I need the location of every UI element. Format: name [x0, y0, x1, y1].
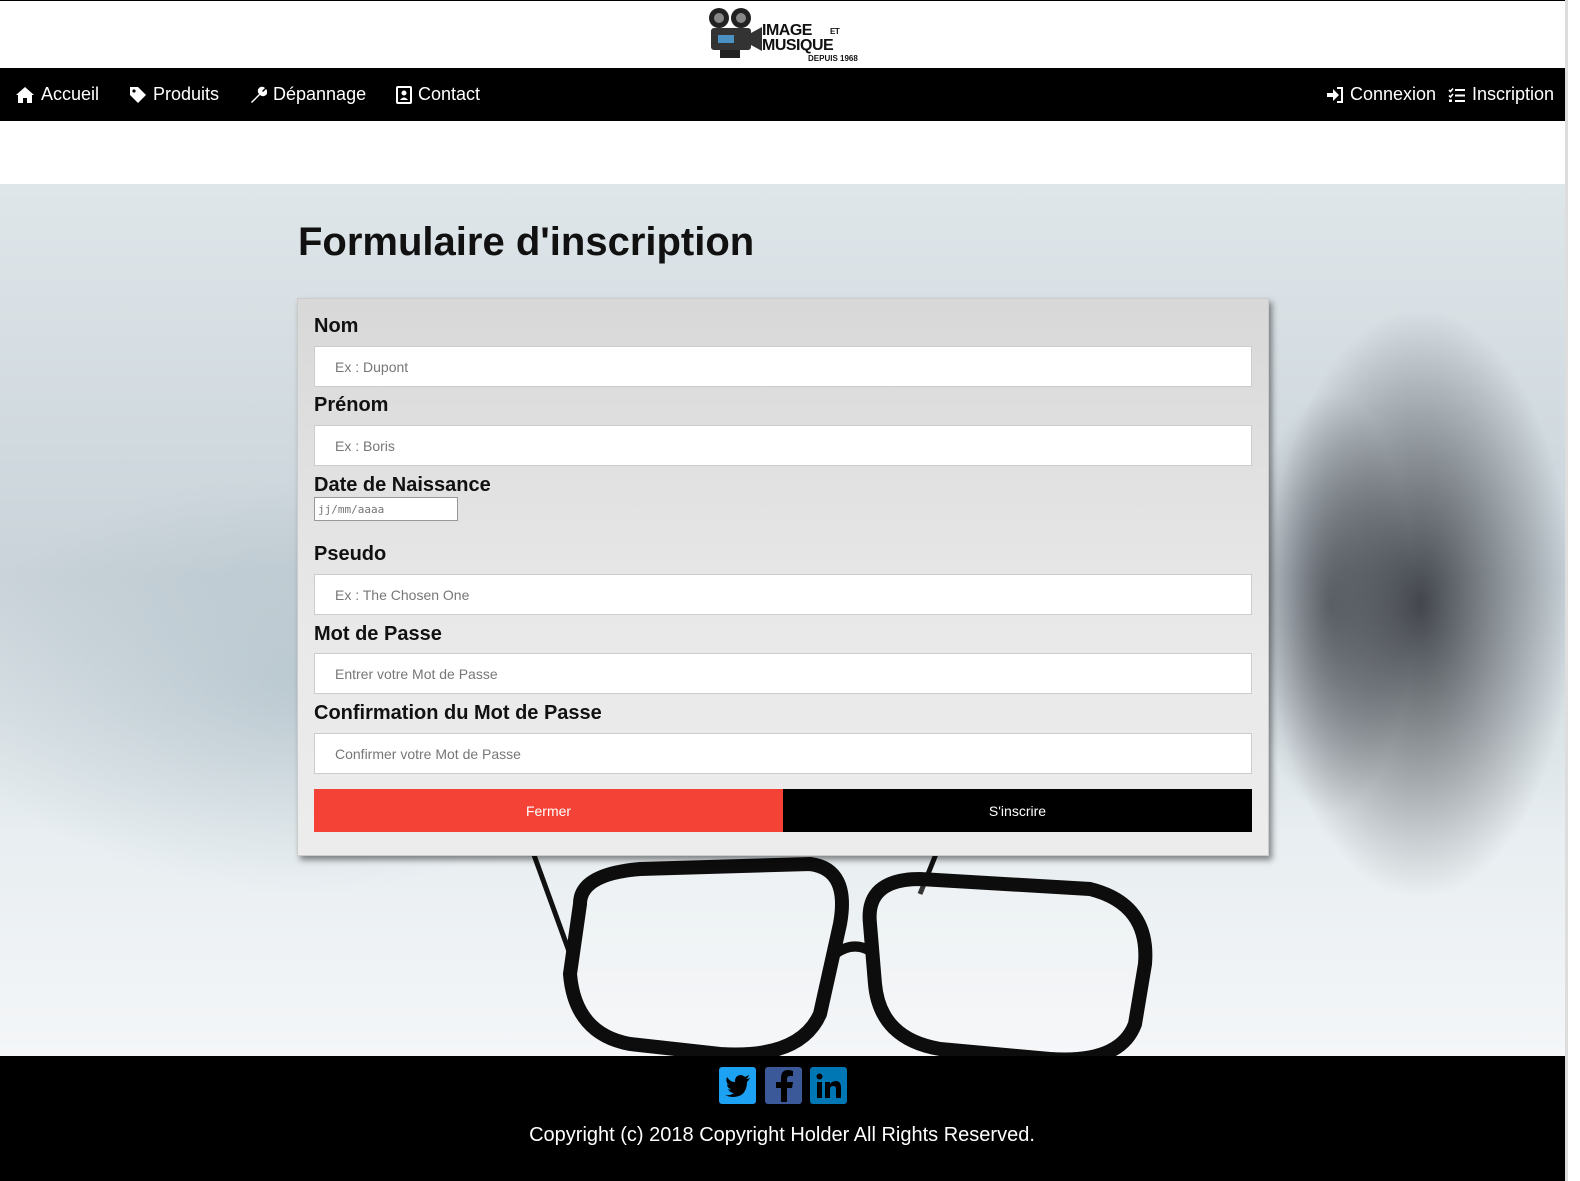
- nom-input[interactable]: [314, 346, 1252, 387]
- nav-label-contact: Contact: [418, 84, 481, 104]
- date-input[interactable]: [314, 497, 458, 521]
- page-edge-line: [1565, 0, 1568, 1181]
- contact-card-icon: [396, 85, 412, 104]
- checklist-icon: [1448, 87, 1465, 102]
- logo-bar: IMAGE ET MUSIQUE DEPUIS 1968: [0, 0, 1568, 68]
- sign-in-icon: [1327, 86, 1343, 103]
- nav-accueil[interactable]: Accueil: [15, 68, 99, 121]
- logo-et: ET: [830, 27, 840, 36]
- logo-text: IMAGE ET MUSIQUE DEPUIS 1968: [762, 22, 858, 63]
- camera-icon: [709, 8, 762, 58]
- nav-produits[interactable]: Produits: [129, 68, 219, 121]
- nav-label-connexion: Connexion: [1350, 84, 1437, 104]
- password-label: Mot de Passe: [314, 623, 442, 645]
- nav-contact[interactable]: Contact: [396, 68, 480, 121]
- prenom-label: Prénom: [314, 394, 389, 416]
- prenom-input[interactable]: [314, 425, 1252, 466]
- close-button[interactable]: Fermer: [314, 789, 783, 832]
- logo-since: DEPUIS 1968: [808, 54, 858, 63]
- nav-inscription[interactable]: Inscription: [1448, 68, 1554, 121]
- glasses-image: [527, 844, 1153, 1056]
- nav-label-inscription: Inscription: [1472, 84, 1555, 104]
- page-title: Formulaire d'inscription: [298, 220, 755, 264]
- confirm-password-input[interactable]: [314, 733, 1252, 774]
- submit-button[interactable]: S'inscrire: [783, 789, 1252, 832]
- copyright-text: Copyright (c) 2018 Copyright Holder All …: [529, 1124, 1035, 1146]
- facebook-icon: [775, 1069, 793, 1102]
- footer: Copyright (c) 2018 Copyright Holder All …: [0, 1056, 1568, 1181]
- navbar: Accueil Produits Dépannage Contact Conne…: [0, 68, 1568, 121]
- linkedin-link[interactable]: [810, 1067, 847, 1104]
- wrench-icon: [251, 86, 267, 103]
- nav-label-accueil: Accueil: [41, 84, 100, 104]
- twitter-link[interactable]: [719, 1067, 756, 1104]
- nav-connexion[interactable]: Connexion: [1326, 68, 1436, 121]
- tag-icon: [130, 86, 146, 103]
- home-icon: [16, 86, 34, 103]
- logo-line1: IMAGE: [762, 22, 812, 39]
- site-logo[interactable]: IMAGE ET MUSIQUE DEPUIS 1968: [706, 5, 866, 67]
- logo-line2: MUSIQUE: [762, 37, 834, 54]
- registration-form: Nom Prénom Date de Naissance Pseudo Mot …: [297, 298, 1269, 856]
- nav-depannage[interactable]: Dépannage: [249, 68, 366, 121]
- nav-label-depannage: Dépannage: [273, 84, 367, 104]
- password-input[interactable]: [314, 653, 1252, 694]
- nom-label: Nom: [314, 315, 359, 337]
- pseudo-input[interactable]: [314, 574, 1252, 615]
- confirm-password-label: Confirmation du Mot de Passe: [314, 702, 602, 724]
- twitter-icon: [724, 1074, 750, 1097]
- nav-label-produits: Produits: [153, 84, 220, 104]
- pseudo-label: Pseudo: [314, 543, 387, 565]
- date-label: Date de Naissance: [314, 474, 491, 496]
- linkedin-icon: [816, 1073, 841, 1098]
- facebook-link[interactable]: [765, 1067, 802, 1104]
